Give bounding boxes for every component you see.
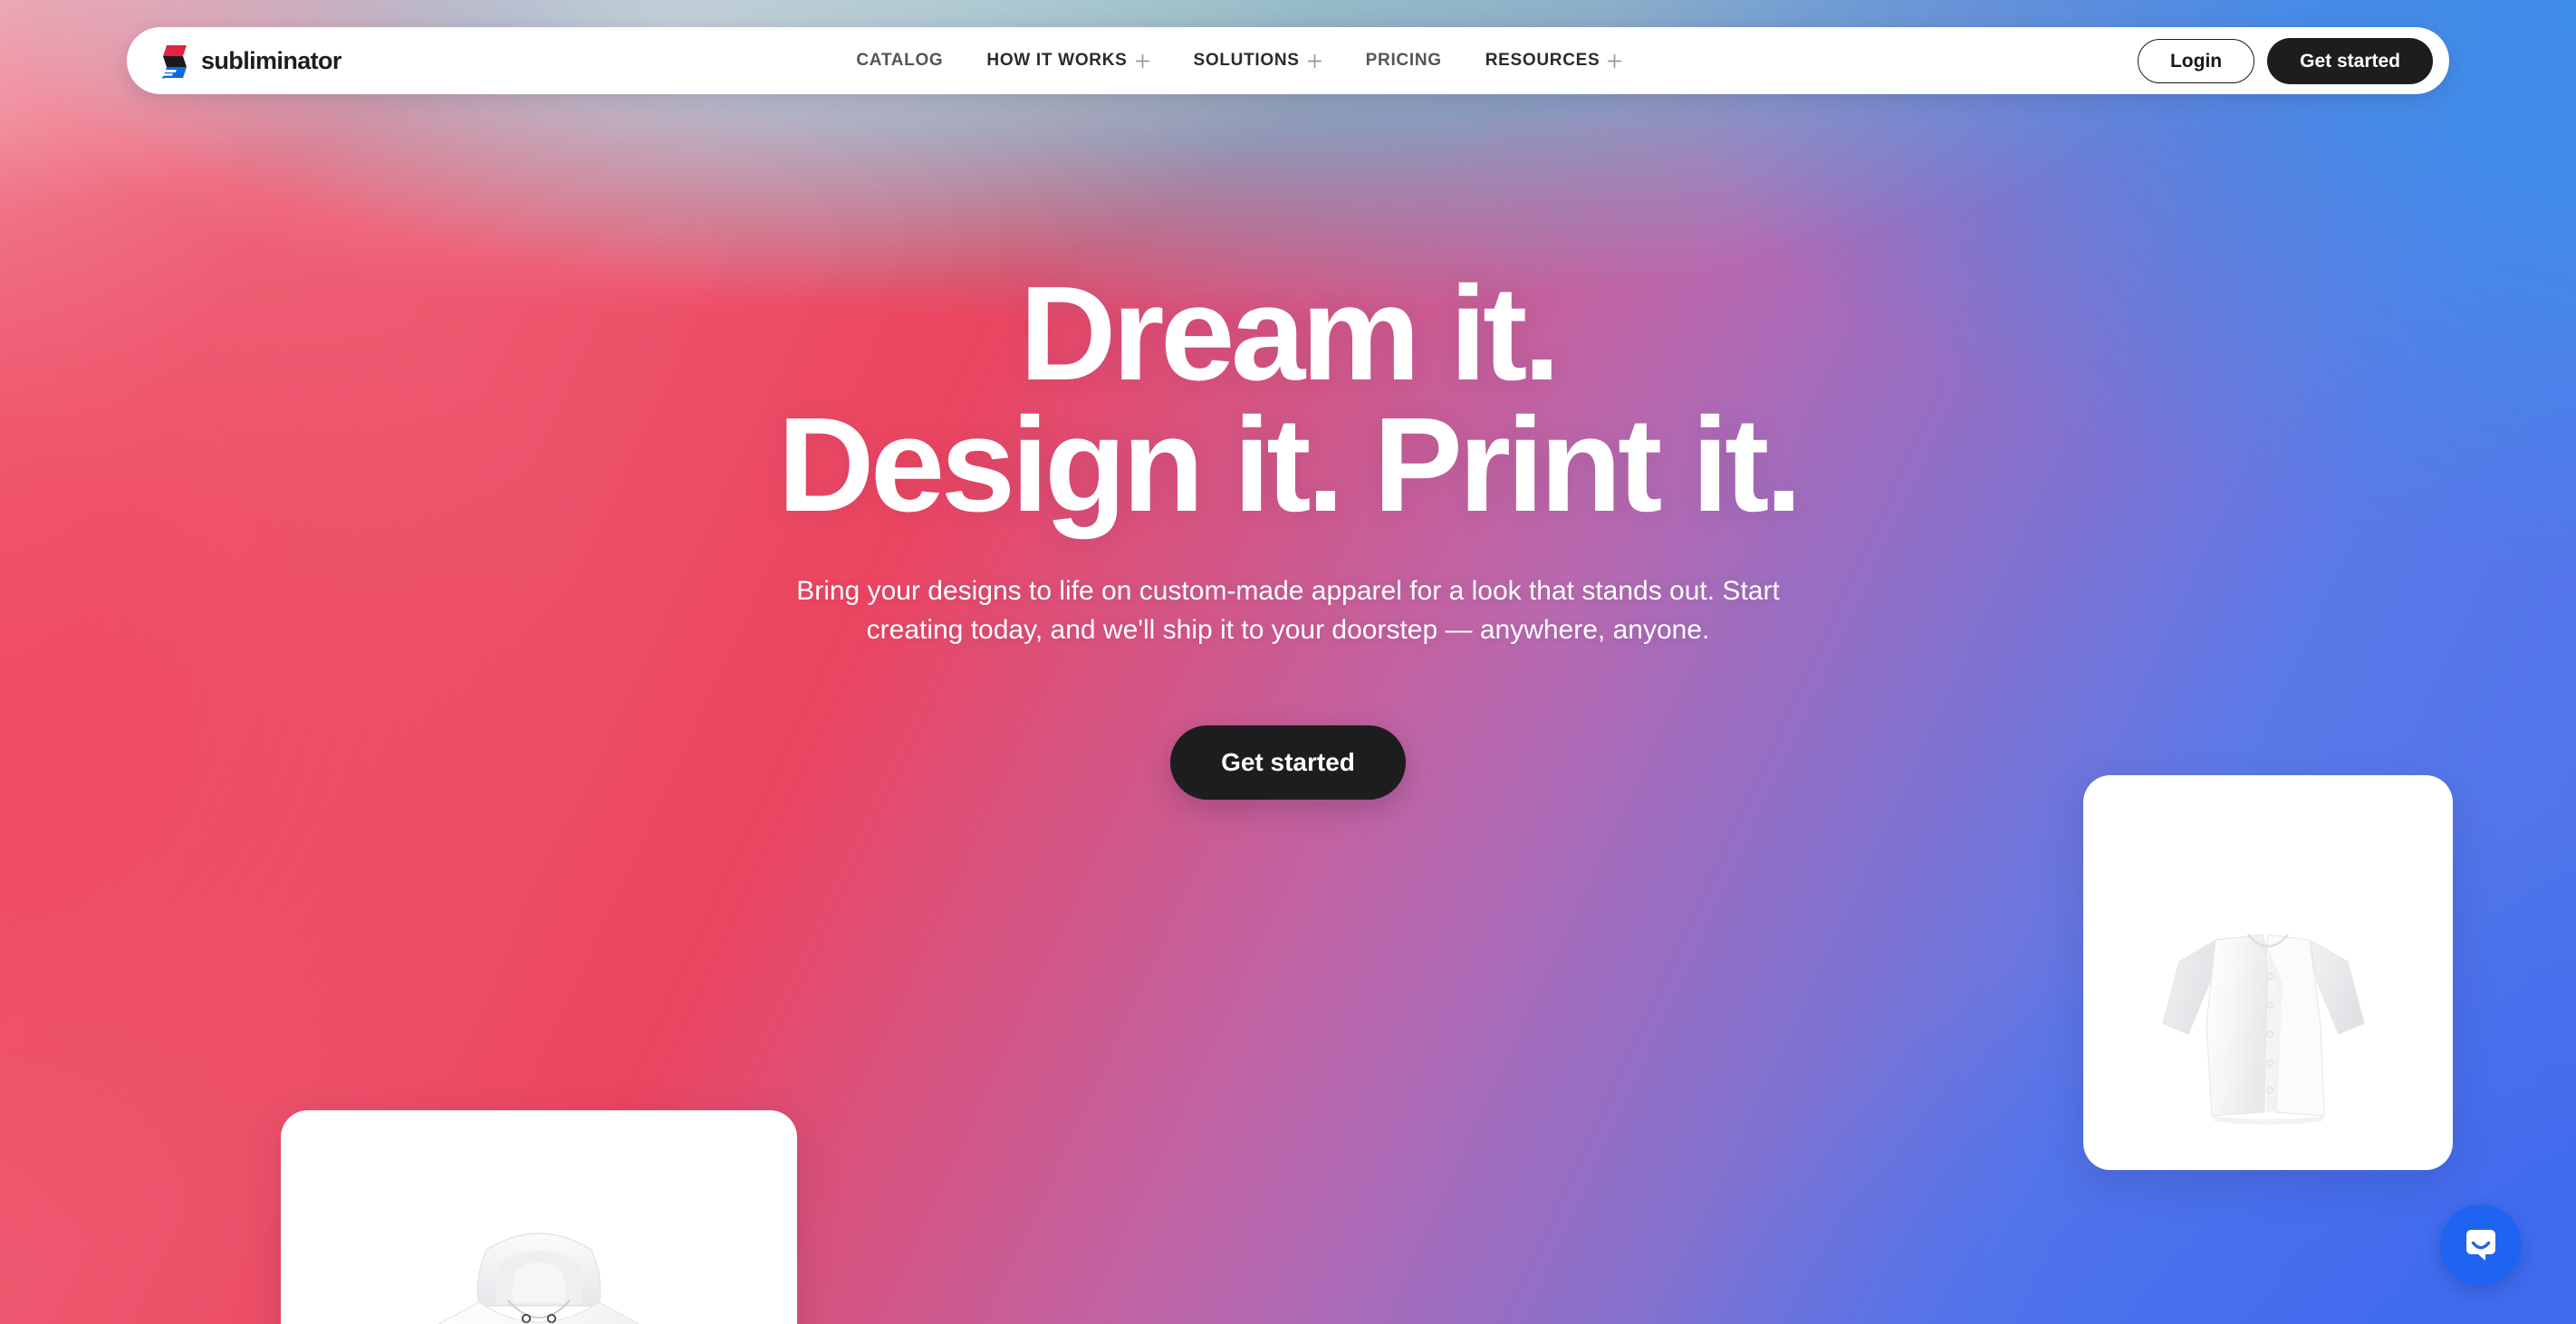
- nav-item-solutions[interactable]: SOLUTIONS: [1172, 51, 1344, 71]
- nav-item-how-it-works[interactable]: HOW IT WORKS: [965, 51, 1171, 71]
- nav-item-resources[interactable]: RESOURCES: [1464, 51, 1645, 71]
- plus-icon: [1307, 53, 1322, 69]
- nav-item-label: RESOURCES: [1485, 51, 1600, 70]
- nav-get-started-button[interactable]: Get started: [2267, 37, 2433, 84]
- nav-item-label: SOLUTIONS: [1193, 51, 1300, 70]
- nav-item-label: HOW IT WORKS: [986, 51, 1128, 70]
- plus-icon: [1135, 53, 1150, 69]
- headline-line-2: Design it. Print it.: [777, 390, 1802, 541]
- main-navbar: subliminator CATALOG HOW IT WORKS SOLUTI…: [127, 27, 2449, 94]
- headline-line-1: Dream it.: [1019, 259, 1561, 408]
- plus-icon: [1607, 53, 1622, 69]
- chat-bubble-smile-icon: [2461, 1225, 2501, 1265]
- hero-subhead: Bring your designs to life on custom-mad…: [796, 576, 1780, 645]
- hero-section: Dream it. Design it. Print it. Bring you…: [0, 0, 2576, 1324]
- nav-links: CATALOG HOW IT WORKS SOLUTIONS PRICING R…: [341, 51, 2138, 71]
- nav-item-label: PRICING: [1365, 51, 1442, 70]
- hero-get-started-button[interactable]: Get started: [1170, 725, 1406, 801]
- nav-item-catalog[interactable]: CATALOG: [834, 51, 965, 71]
- nav-actions: Login Get started: [2137, 37, 2433, 84]
- subliminator-s-logo-icon: [159, 43, 190, 79]
- nav-item-pricing[interactable]: PRICING: [1344, 51, 1464, 71]
- chat-launcher-button[interactable]: [2440, 1204, 2522, 1286]
- brand-logo[interactable]: subliminator: [159, 43, 341, 79]
- nav-item-label: CATALOG: [856, 51, 944, 70]
- page-title: Dream it. Design it. Print it.: [777, 267, 1802, 541]
- login-button[interactable]: Login: [2137, 38, 2255, 83]
- brand-wordmark: subliminator: [201, 46, 341, 74]
